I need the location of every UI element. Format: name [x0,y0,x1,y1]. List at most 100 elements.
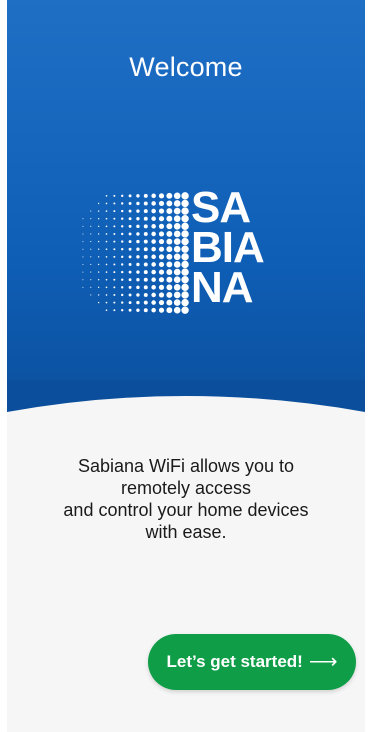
logo-dot [105,263,108,266]
logo-dot [158,200,165,207]
logo-dot [181,222,189,231]
logo-dot [128,224,132,228]
logo-dot [181,275,189,284]
logo-dot [82,256,84,258]
logo-dot [181,298,189,307]
logo-dot [151,246,156,252]
logo-dot [143,270,148,275]
logo-dot [173,192,181,200]
logo-dot [82,286,84,288]
logo-dot [181,306,189,314]
logo-dot [97,279,100,281]
logo-dot [90,263,92,265]
logo-dot [97,286,100,288]
logo-dot [143,224,148,229]
logo-dot [158,231,165,237]
logo-dot [105,210,108,212]
logo-dot [151,269,156,275]
welcome-description: Sabiana WiFi allows you to remotely acce… [27,455,345,543]
logo-dot [181,253,189,261]
logo-line-1: SA [191,183,251,232]
hero-banner: Welcome SA BIA NA [7,0,365,420]
logo-dot [136,293,140,297]
logo-dot [151,307,156,313]
logo-dot [136,262,140,267]
logo-dot [113,286,116,289]
logo-dot [128,194,132,198]
logo-dot [136,277,140,282]
logo-dot [105,294,108,296]
logo-dot [97,248,100,250]
logo-dot [166,230,173,237]
logo-dot [113,225,116,228]
logo-dot [97,263,100,266]
dot-grid-icon [82,192,189,314]
logo-dot [173,245,181,253]
logo-dot [151,262,156,267]
logo-dot [166,215,173,222]
logo-dot [90,233,92,235]
logo-dot [97,240,100,243]
description-line: and control your home devices [63,500,309,520]
logo-dot [105,256,108,258]
get-started-button[interactable]: Let’s get started! ⟶ [148,634,356,690]
logo-dot [143,254,148,259]
logo-dot [90,241,92,243]
logo-dot [90,210,92,212]
logo-dot [173,207,181,215]
hero-curve [7,380,365,440]
app-frame: Welcome SA BIA NA Sabiana WiFi allows yo… [7,0,365,732]
logo-dot [151,201,156,206]
logo-dot [90,279,92,281]
logo-dot [113,210,116,213]
logo-dot [113,202,116,205]
logo-dot [121,286,124,289]
logo-dot [97,218,100,220]
logo-dot [166,307,173,314]
logo-dot [113,194,116,197]
logo-dot [143,247,148,252]
logo-dot [113,278,116,281]
logo-dot [181,237,189,246]
logo-dot [166,223,173,230]
logo-dot [181,207,189,215]
logo-dot [128,247,132,251]
logo-dot [105,278,108,281]
logo-dot [97,210,100,212]
logo-dot [181,199,189,208]
description-line: remotely access [120,478,252,498]
logo-dot [151,277,156,282]
logo-dot [82,218,84,220]
logo-dot [121,255,124,259]
logo-dot [143,277,148,282]
logo-dot [143,239,148,244]
page-title: Welcome [129,52,243,82]
logo-dot [128,285,132,289]
logo-dot [181,283,189,292]
logo-dot [151,231,156,237]
logo-dot [105,195,108,197]
logo-dot [143,216,148,221]
logo-dot [82,241,84,243]
logo-dot [128,301,132,304]
logo-dot [105,248,108,250]
logo-dot [82,279,84,281]
logo-dot [97,225,100,227]
logo-dot [151,285,156,290]
description-line: Sabiana WiFi allows you to [77,456,295,476]
logo-dot [181,214,189,223]
logo-dot [97,202,100,205]
logo-dot [173,253,181,261]
logo-dot [105,286,108,289]
logo-dot [181,245,189,253]
logo-dot [121,308,124,312]
logo-dot [166,291,173,298]
logo-dot [136,270,140,274]
get-started-label: Let’s get started! [166,652,303,671]
logo-dot [105,233,108,235]
logo-dot [105,271,108,273]
logo-dot [113,309,116,312]
logo-dot [143,262,148,267]
logo-dot [143,285,148,290]
logo-dot [113,263,116,266]
